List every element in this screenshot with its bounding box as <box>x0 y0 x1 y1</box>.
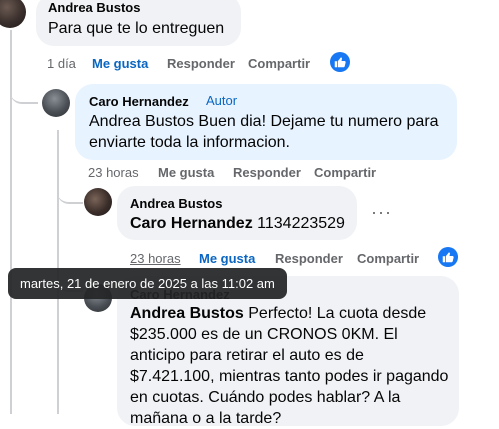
comment-text: 1134223529 <box>257 215 345 232</box>
thumbs-up-icon <box>438 247 458 267</box>
avatar[interactable] <box>0 0 26 28</box>
share-button[interactable]: Compartir <box>314 165 376 180</box>
more-options-icon[interactable]: ··· <box>371 202 392 223</box>
comment-author[interactable]: Andrea Bustos <box>48 0 140 15</box>
comment-time[interactable]: 1 día <box>47 56 76 71</box>
comment-text: Para que te lo entreguen <box>48 20 225 37</box>
like-button[interactable]: Me gusta <box>92 56 148 71</box>
comment-bubble: Andrea Bustos Caro Hernandez 1134223529 <box>117 186 357 240</box>
mention-link[interactable]: Andrea Bustos <box>130 305 244 322</box>
comment-author[interactable]: Caro Hernandez <box>89 94 189 109</box>
comment-author[interactable]: Andrea Bustos <box>130 196 222 211</box>
comment-bubble: Andrea Bustos Para que te lo entreguen <box>36 0 241 46</box>
reply-button[interactable]: Responder <box>275 251 343 266</box>
comment-bubble-author: Caro Hernandez Autor Andrea Bustos Buen … <box>75 84 457 160</box>
share-button[interactable]: Compartir <box>357 251 419 266</box>
comment-text-line: Caro Hernandez 1134223529 <box>130 213 345 234</box>
thread-connector <box>10 80 38 104</box>
like-button[interactable]: Me gusta <box>158 165 214 180</box>
timestamp-tooltip: martes, 21 de enero de 2025 a las 11:02 … <box>8 268 287 299</box>
comment-text: Andrea Bustos Perfecto! La cuota desde $… <box>130 303 452 429</box>
avatar[interactable] <box>84 188 112 216</box>
comment-time[interactable]: 23 horas <box>130 251 181 266</box>
comment-time[interactable]: 23 horas <box>88 165 139 180</box>
comment-text: Andrea Bustos Buen dia! Dejame tu numero… <box>89 113 439 151</box>
author-badge: Autor <box>206 93 238 108</box>
mention-link[interactable]: Caro Hernandez <box>130 215 253 232</box>
reply-button[interactable]: Responder <box>167 56 235 71</box>
thumbs-up-icon <box>330 52 350 72</box>
comment-body: Perfecto! La cuota desde $235.000 es de … <box>130 305 449 427</box>
thread-connector <box>57 178 83 204</box>
avatar[interactable] <box>42 89 70 117</box>
share-button[interactable]: Compartir <box>248 56 310 71</box>
reply-button[interactable]: Responder <box>233 165 301 180</box>
like-button[interactable]: Me gusta <box>199 251 255 266</box>
